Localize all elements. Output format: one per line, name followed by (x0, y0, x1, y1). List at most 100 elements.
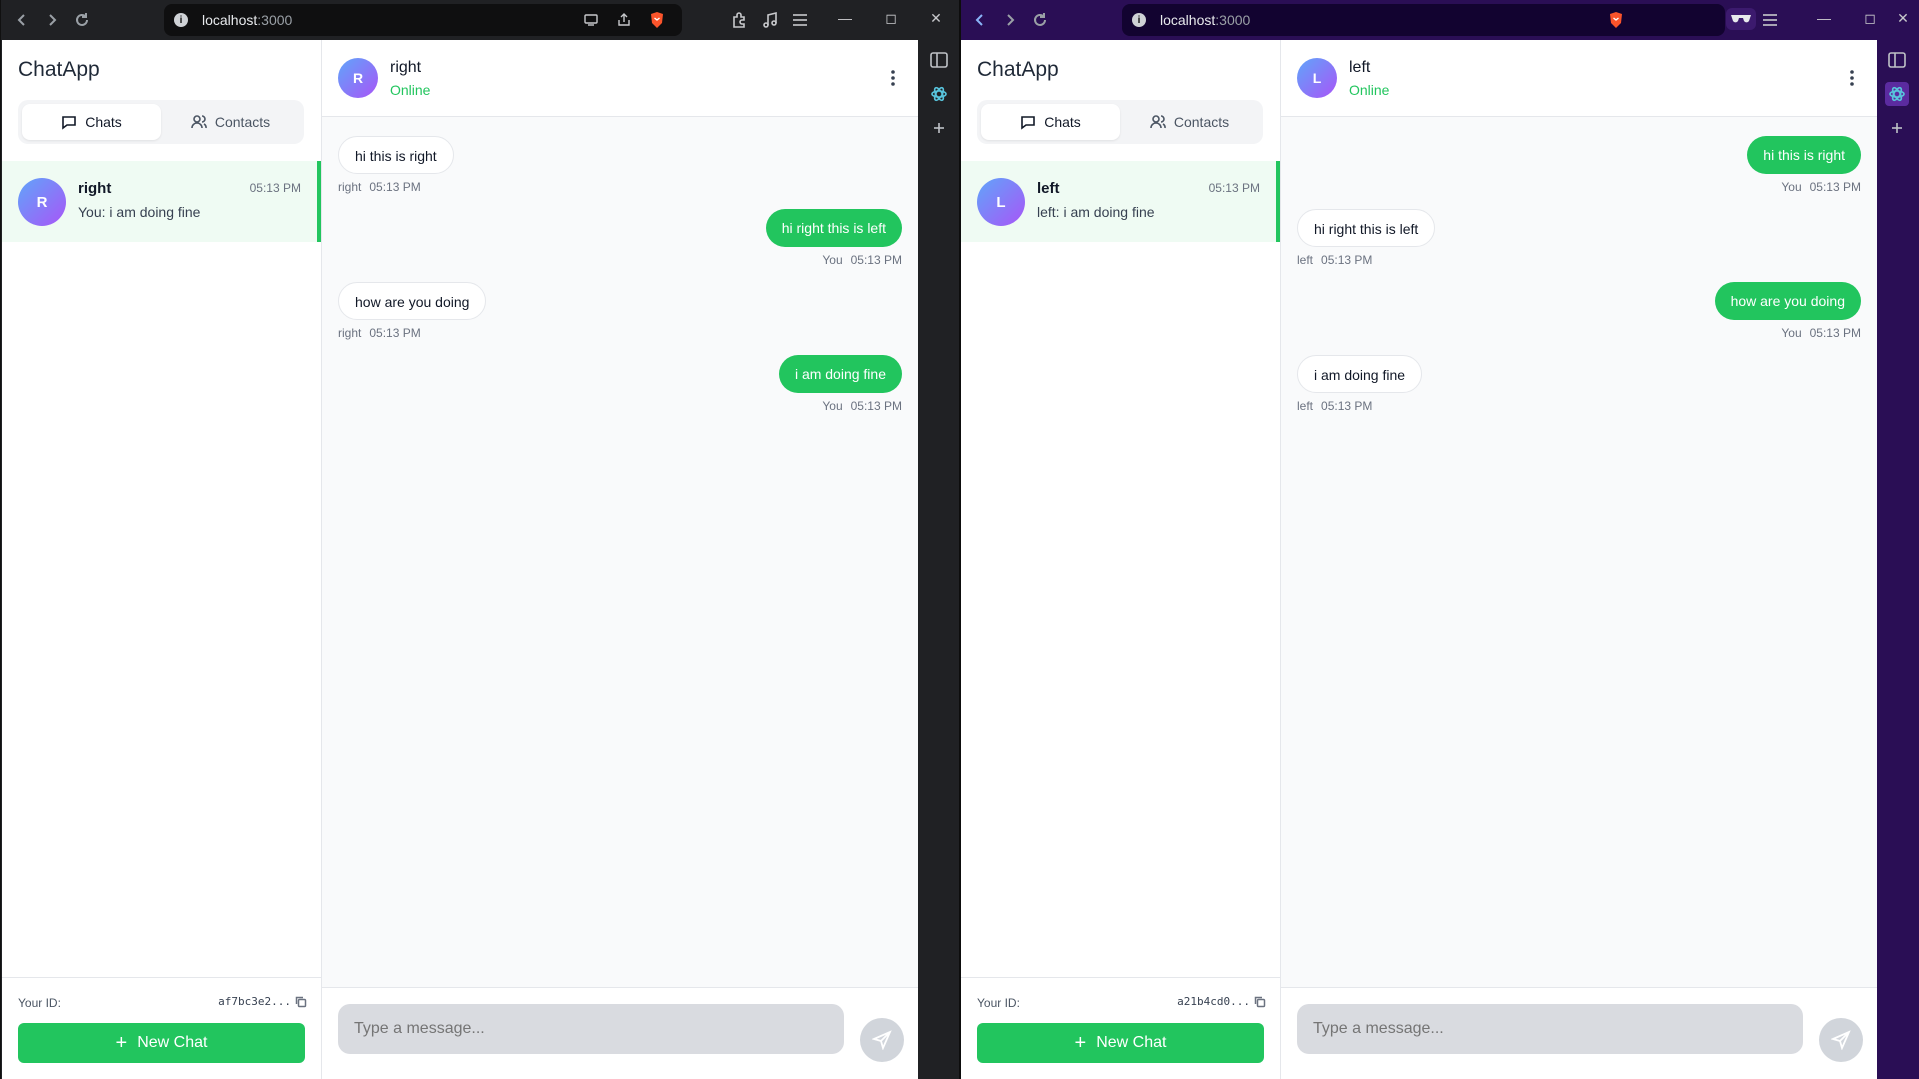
media-icon[interactable] (761, 11, 779, 29)
send-button[interactable] (860, 1018, 904, 1062)
nav-controls (965, 0, 1055, 40)
send-button[interactable] (1819, 1018, 1863, 1062)
share-icon[interactable] (616, 12, 632, 28)
contact-name: right (390, 59, 422, 76)
conversation-name: right (78, 180, 112, 197)
extensions-icon[interactable] (730, 11, 748, 29)
conversation-item[interactable]: L left 05:13 PM left: i am doing fine (961, 161, 1280, 242)
brave-shield-icon[interactable] (649, 11, 665, 29)
plus-icon: + (1074, 1032, 1087, 1054)
conversation-preview: You: i am doing fine (78, 204, 201, 220)
message-bubble: hi right this is left (1297, 209, 1436, 247)
sidebar: ChatApp Chats Contacts L left 05:13 PM l… (961, 40, 1281, 1079)
tab-contacts[interactable]: Contacts (161, 104, 300, 140)
composer (1281, 987, 1877, 1079)
tab-chats[interactable]: Chats (22, 104, 161, 140)
your-id-label: Your ID: (977, 996, 1020, 1010)
chat-bubble-icon (62, 116, 77, 130)
site-info-icon[interactable]: i (174, 13, 188, 27)
react-devtools-icon[interactable] (1885, 82, 1909, 106)
message-sender: You (1781, 326, 1802, 340)
message-time: 05:13 PM (369, 180, 421, 194)
cast-icon[interactable] (583, 12, 599, 28)
minimize-button[interactable]: — (825, 0, 865, 36)
tab-chats[interactable]: Chats (981, 104, 1120, 140)
brave-shield-icon[interactable] (1608, 11, 1624, 29)
chat-panel: L left Online hi this is right You 05:13 P… (1281, 40, 1877, 1079)
your-id-label: Your ID: (18, 996, 61, 1010)
conversation-name: left (1037, 180, 1060, 197)
side-panel-rail (1877, 40, 1917, 1079)
message-input[interactable] (1297, 1004, 1803, 1054)
reload-button[interactable] (1025, 5, 1055, 35)
tab-contacts[interactable]: Contacts (1120, 104, 1259, 140)
send-icon (872, 1030, 892, 1050)
site-info-icon[interactable]: i (1132, 13, 1146, 27)
composer (322, 987, 918, 1079)
message-sender: right (338, 180, 362, 194)
reload-button[interactable] (67, 5, 97, 35)
conversation-time: 05:13 PM (1208, 181, 1260, 195)
new-chat-button[interactable]: + New Chat (18, 1023, 305, 1063)
sidebar-toggle-icon[interactable] (1885, 48, 1909, 72)
message-bubble: i am doing fine (778, 355, 902, 393)
sidebar-tabs: Chats Contacts (977, 100, 1263, 144)
more-options-icon[interactable] (890, 68, 896, 88)
chat-app: ChatApp Chats Contacts R right 05:13 PM … (2, 40, 918, 1079)
maximize-button[interactable]: ◻ (871, 0, 911, 36)
new-chat-button[interactable]: + New Chat (977, 1023, 1264, 1063)
close-button[interactable]: ✕ (916, 0, 956, 36)
chat-panel: R right Online hi this is right right 05:1… (322, 40, 918, 1079)
message-outgoing: how are you doing You 05:13 PM (1297, 282, 1861, 340)
message-meta: right 05:13 PM (338, 180, 421, 194)
menu-icon[interactable] (1761, 11, 1779, 29)
your-id-value: af7bc3e2... (218, 995, 291, 1008)
react-devtools-icon[interactable] (927, 82, 951, 106)
reload-icon (1034, 13, 1046, 26)
message-input[interactable] (338, 1004, 844, 1054)
message-list: hi this is right right 05:13 PM hi right th… (338, 136, 902, 428)
sidebar-toggle-icon[interactable] (927, 48, 951, 72)
conversation-preview: left: i am doing fine (1037, 204, 1155, 220)
send-icon (1831, 1030, 1851, 1050)
message-time: 05:13 PM (850, 399, 902, 413)
more-options-icon[interactable] (1849, 68, 1855, 88)
copy-icon[interactable] (1254, 995, 1266, 1008)
chat-bubble-icon (1021, 116, 1036, 130)
message-time: 05:13 PM (369, 326, 421, 340)
message-outgoing: hi this is right You 05:13 PM (1297, 136, 1861, 194)
forward-button[interactable] (37, 5, 67, 35)
address-bar[interactable]: i localhost:3000 (164, 4, 682, 36)
address-bar[interactable]: i localhost:3000 (1122, 4, 1725, 36)
app-brand: ChatApp (18, 58, 100, 81)
contact-status: Online (390, 82, 431, 98)
add-panel-icon[interactable] (927, 116, 951, 140)
conversation-item[interactable]: R right 05:13 PM You: i am doing fine (2, 161, 321, 242)
minimize-button[interactable]: — (1804, 0, 1844, 36)
header-avatar: L (1297, 58, 1337, 98)
avatar: L (977, 178, 1025, 226)
maximize-button[interactable]: ◻ (1850, 0, 1890, 36)
back-icon (17, 14, 25, 26)
contact-name: left (1349, 59, 1371, 76)
forward-button[interactable] (995, 5, 1025, 35)
message-meta: You 05:13 PM (822, 253, 902, 267)
sidebar: ChatApp Chats Contacts R right 05:13 PM … (2, 40, 322, 1079)
message-time: 05:13 PM (1809, 180, 1861, 194)
users-icon (191, 115, 207, 129)
menu-icon[interactable] (791, 11, 809, 29)
chat-header: L left Online (1281, 40, 1877, 117)
add-panel-icon[interactable] (1885, 116, 1909, 140)
copy-icon[interactable] (295, 995, 307, 1008)
message-meta: You 05:13 PM (1781, 326, 1861, 340)
back-button[interactable] (7, 5, 37, 35)
conversation-time: 05:13 PM (249, 181, 301, 195)
message-bubble: how are you doing (338, 282, 487, 320)
message-outgoing: i am doing fine You 05:13 PM (338, 355, 902, 413)
message-sender: You (1781, 180, 1802, 194)
back-button[interactable] (965, 5, 995, 35)
close-button[interactable]: ✕ (1887, 0, 1919, 36)
message-bubble: hi this is right (338, 136, 454, 174)
private-mode-icon[interactable] (1726, 8, 1756, 30)
message-bubble: hi this is right (1747, 136, 1861, 174)
